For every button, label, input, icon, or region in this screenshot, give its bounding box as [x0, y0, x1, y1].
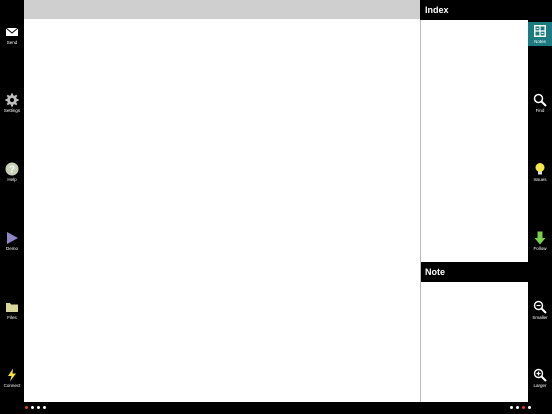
connect-label: Connect [3, 383, 21, 388]
bottom-status-bar [0, 402, 552, 414]
help-button[interactable]: ? Help [0, 162, 24, 186]
find-button[interactable]: Find [528, 93, 552, 117]
page-dot [43, 406, 46, 409]
page-dot [510, 406, 513, 409]
folder-icon [6, 303, 18, 312]
page-dot [25, 406, 28, 409]
smaller-label: Smaller [532, 315, 548, 320]
connect-button[interactable]: Connect [0, 368, 24, 392]
help-label: Help [7, 177, 17, 182]
demo-button[interactable]: Demo [0, 231, 24, 255]
arrow-down-icon [534, 231, 546, 245]
send-button[interactable]: Send [0, 25, 24, 49]
larger-label: Larger [533, 383, 547, 388]
play-icon [7, 232, 18, 244]
larger-button[interactable]: Larger [528, 368, 552, 392]
document-toolbar-strip [24, 0, 420, 19]
page-dot [528, 406, 531, 409]
settings-label: Settings [3, 108, 21, 113]
notes-label: Notes [534, 39, 546, 44]
svg-text:?: ? [9, 165, 15, 176]
find-label: Find [535, 108, 545, 113]
page-dot [522, 406, 525, 409]
issues-button[interactable]: Issues [528, 162, 552, 186]
note-panel-header: Note [420, 262, 528, 282]
page-dot [37, 406, 40, 409]
note-panel[interactable] [420, 282, 528, 402]
lightning-icon [8, 368, 16, 382]
zoom-out-icon [533, 300, 547, 314]
demo-label: Demo [5, 246, 18, 251]
left-page-dots[interactable] [25, 406, 46, 410]
magnifier-icon [533, 93, 547, 107]
issues-label: Issues [533, 177, 547, 182]
send-label: Send [6, 40, 18, 45]
index-panel-header: Index [420, 0, 528, 20]
right-toolbar: Notes Find Issues Follow Smaller Larger [528, 0, 552, 402]
notes-icon [534, 25, 546, 37]
lightbulb-icon [535, 163, 545, 175]
document-canvas[interactable] [24, 19, 420, 402]
notes-button[interactable]: Notes [528, 22, 552, 46]
gear-icon [5, 93, 19, 107]
question-icon: ? [5, 162, 19, 176]
settings-button[interactable]: Settings [0, 93, 24, 117]
index-panel[interactable] [420, 20, 528, 262]
follow-button[interactable]: Follow [528, 231, 552, 255]
right-page-dots[interactable] [510, 406, 531, 410]
page-dot [31, 406, 34, 409]
page-dot [516, 406, 519, 409]
follow-label: Follow [533, 246, 547, 251]
envelope-icon [5, 27, 19, 36]
note-title: Note [425, 267, 445, 277]
left-toolbar: Send Settings ? Help Demo Files Connect [0, 0, 24, 402]
zoom-in-icon [533, 368, 547, 382]
files-label: Files [7, 315, 17, 320]
index-title: Index [425, 5, 449, 15]
files-button[interactable]: Files [0, 300, 24, 324]
smaller-button[interactable]: Smaller [528, 300, 552, 324]
panel-divider [420, 20, 421, 402]
